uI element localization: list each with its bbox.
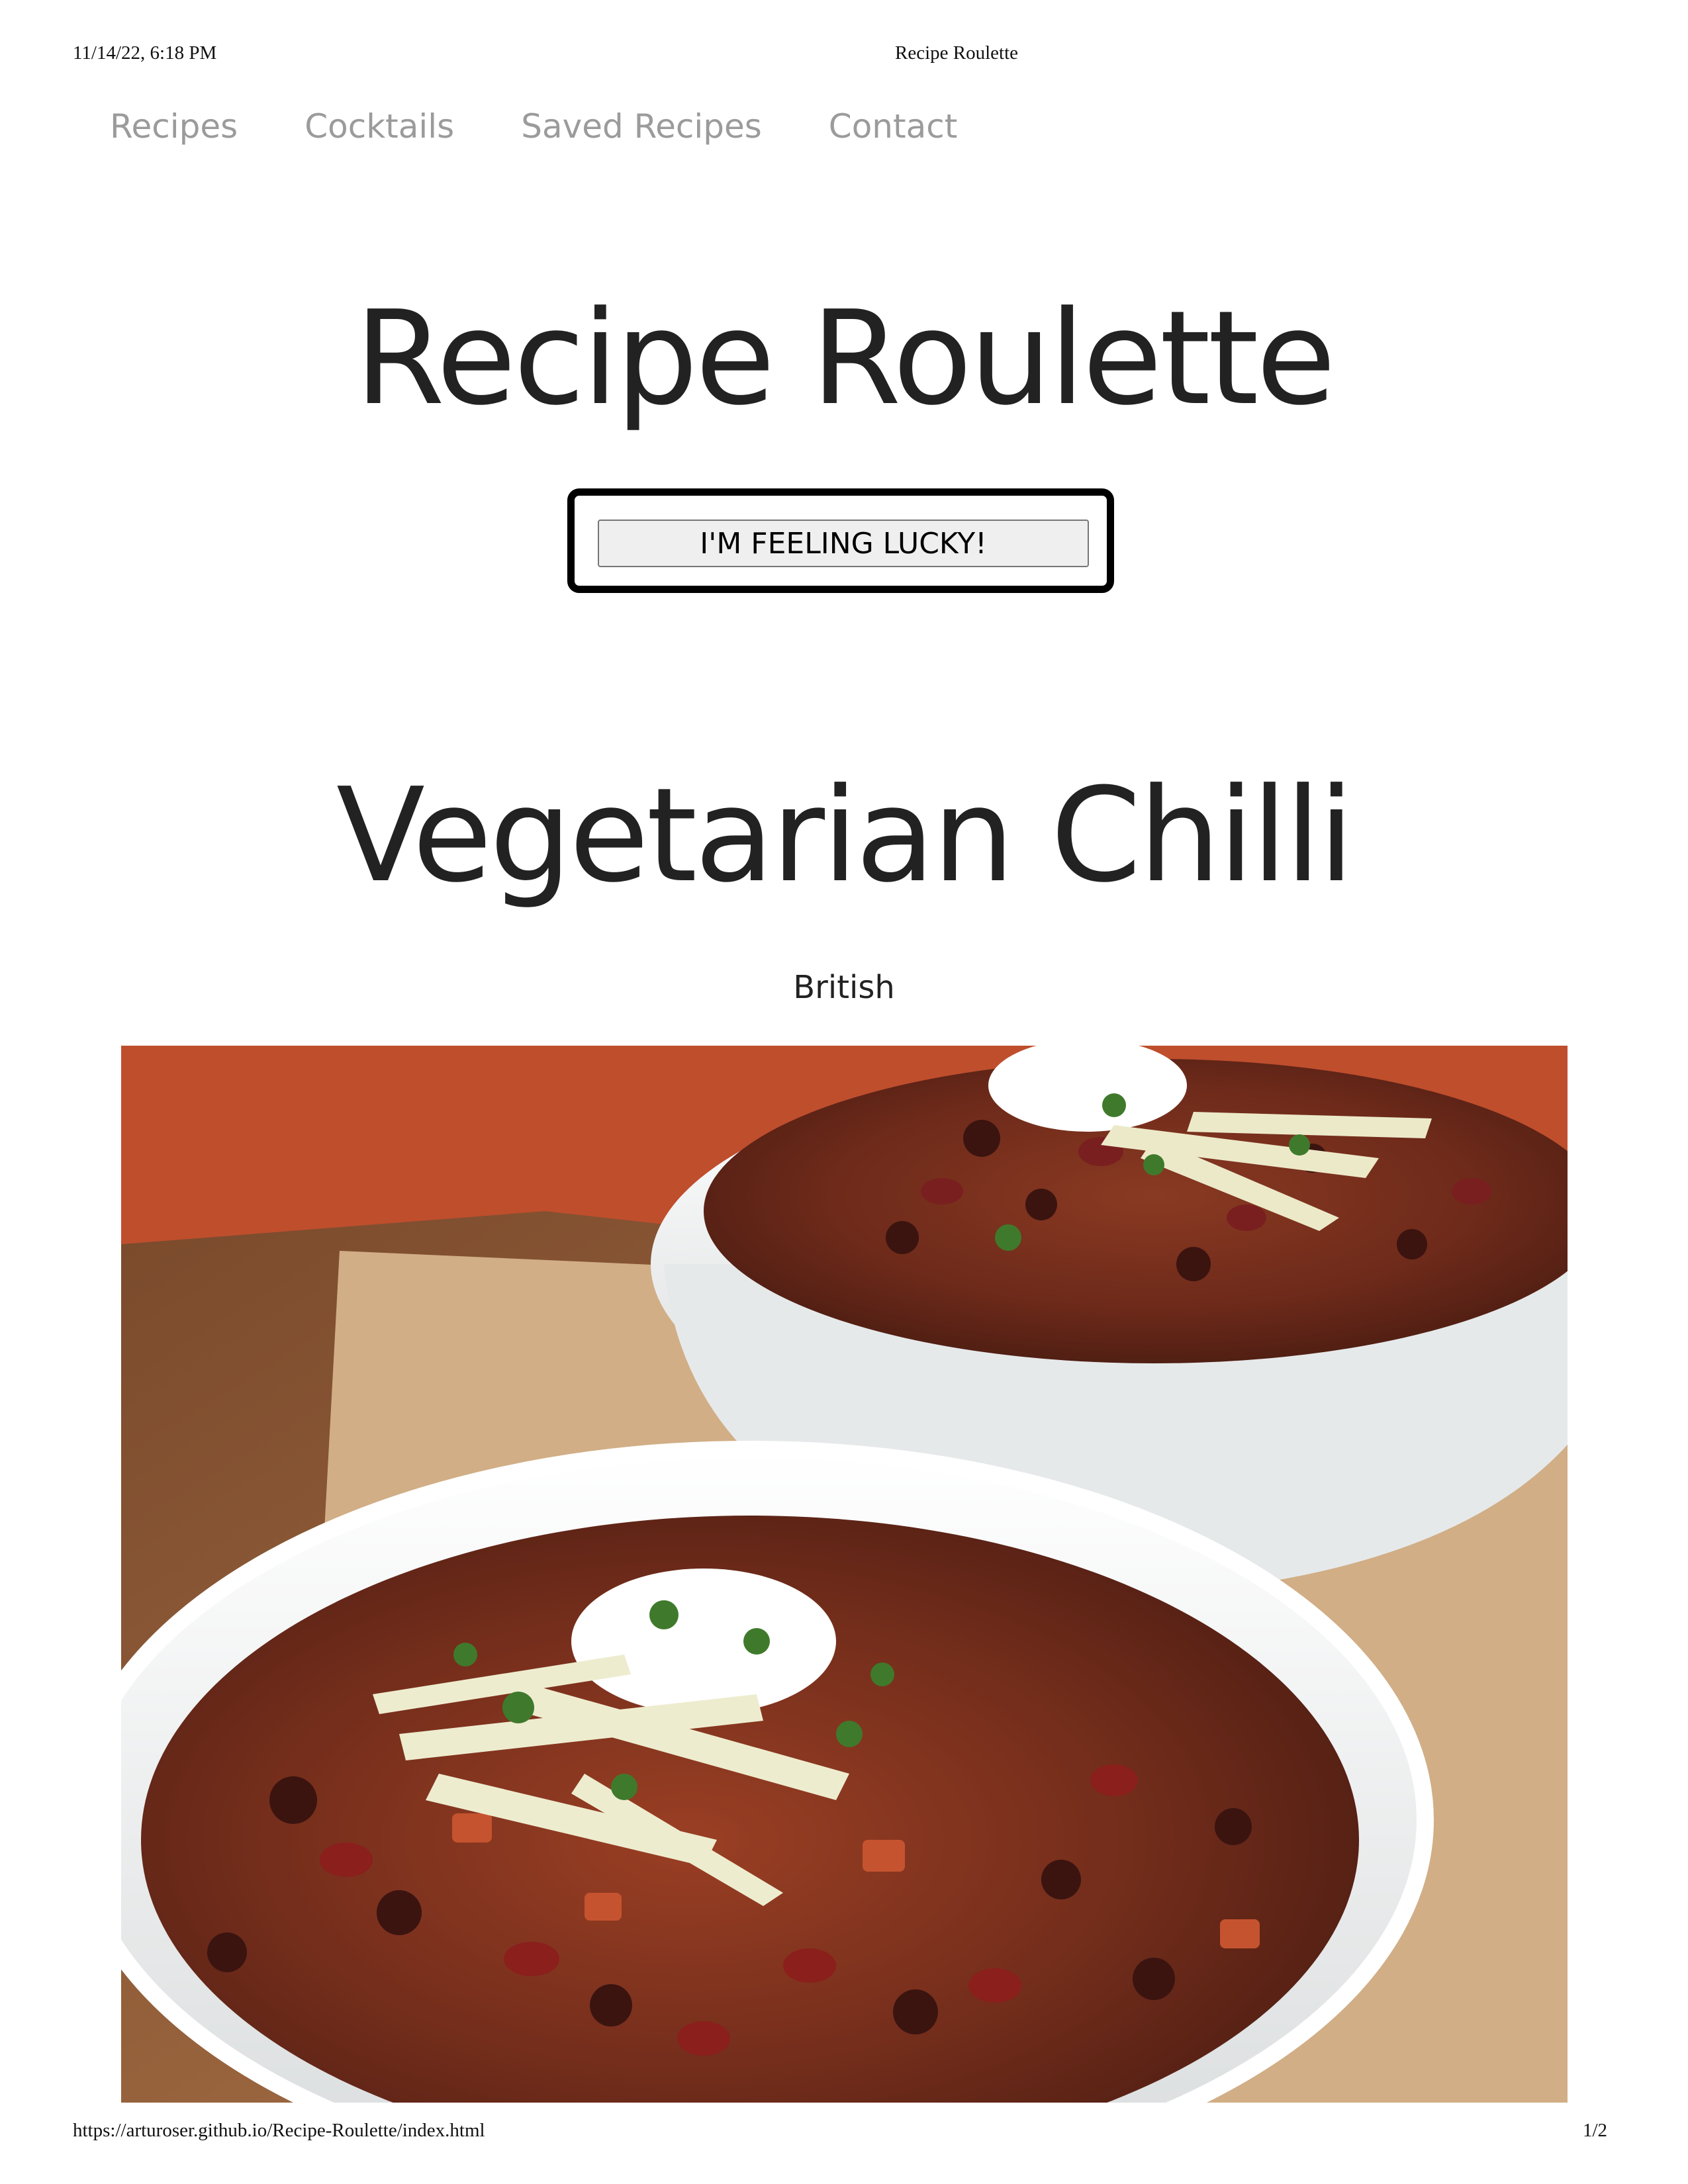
feeling-lucky-button[interactable]: I'M FEELING LUCKY! (598, 520, 1089, 567)
nav-link-cocktails[interactable]: Cocktails (305, 107, 454, 146)
site-title: Recipe Roulette (354, 283, 1336, 434)
recipe-title: Vegetarian Chilli (336, 760, 1354, 911)
print-datetime: 11/14/22, 6:18 PM (73, 42, 217, 64)
main-nav: Recipes Cocktails Saved Recipes Contact (110, 107, 957, 146)
nav-link-contact[interactable]: Contact (829, 107, 958, 146)
print-url: https://arturoser.github.io/Recipe-Roule… (73, 2120, 485, 2141)
print-page-title: Recipe Roulette (895, 42, 1019, 64)
nav-link-recipes[interactable]: Recipes (110, 107, 238, 146)
nav-link-saved-recipes[interactable]: Saved Recipes (521, 107, 762, 146)
recipe-photo (121, 1046, 1568, 2103)
print-page-number: 1/2 (1583, 2120, 1608, 2141)
recipe-cuisine: British (793, 969, 895, 1006)
